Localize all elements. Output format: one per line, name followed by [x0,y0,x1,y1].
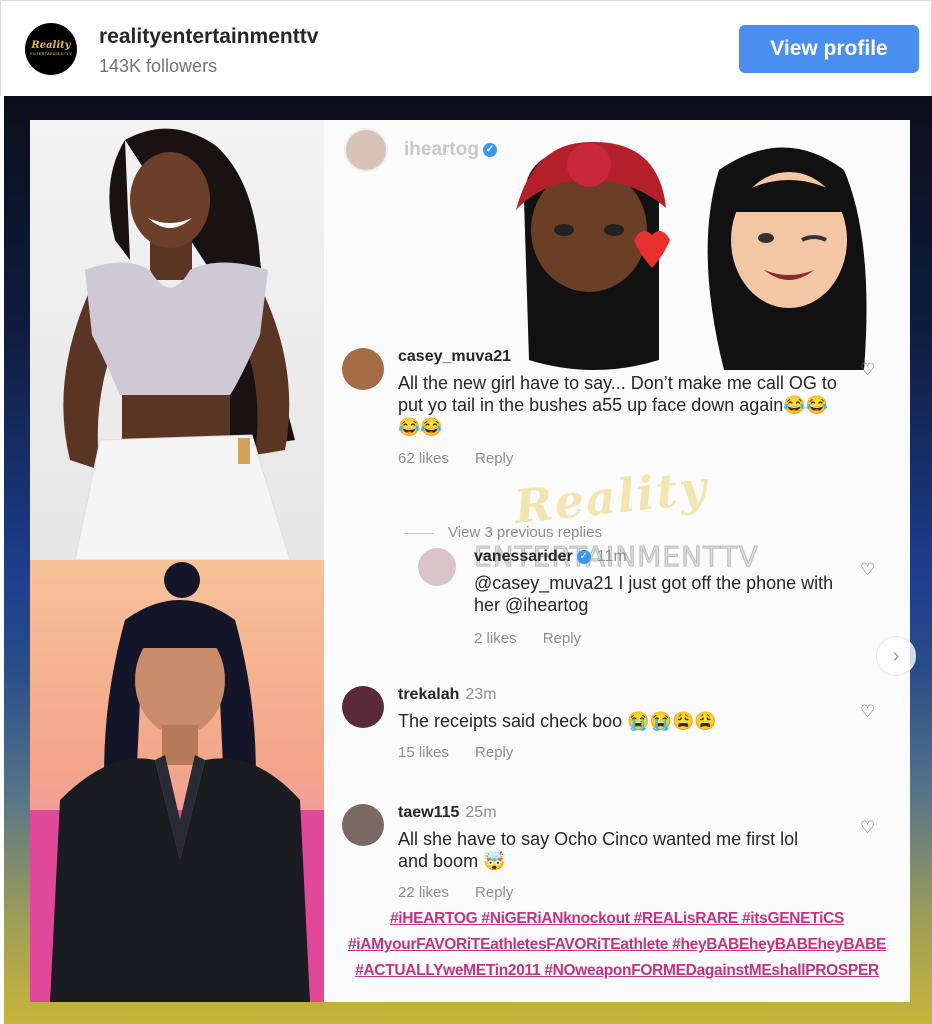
comment-meta: 2 likes Reply [474,630,603,647]
comments-screenshot: iheartog ✓ casey_muva21 All the new girl… [324,120,910,1002]
comment-text: All she have to say Ocho Cinco wanted me… [398,829,799,871]
comment-text: @casey_muva21 I just got off the phone w… [474,573,834,615]
comment-username[interactable]: casey_muva21 [398,348,511,366]
comment-likes[interactable]: 62 likes [398,450,449,467]
memoji-stickers [516,141,867,370]
follower-count: 143K followers [99,56,218,76]
collage-panel: iheartog ✓ casey_muva21 All the new girl… [30,120,910,1002]
verified-badge-icon: ✓ [576,549,591,564]
photo-woman-bottom [30,560,324,1002]
avatar[interactable]: Reality ENTERTAINMENTTV [25,23,77,75]
embedded-post-user: iheartog ✓ [344,128,497,172]
replies-dash [404,532,434,534]
next-chevron-icon[interactable]: › [876,636,916,676]
comment-reply-button[interactable]: Reply [475,884,513,901]
username[interactable]: realityentertainmenttv [99,25,318,49]
comment-time: 23m [465,686,497,703]
avatar-logo-text: Reality [31,40,71,51]
comment-meta: 22 likes Reply [398,884,535,901]
embedded-username: iheartog ✓ [404,139,497,161]
comment-avatar[interactable] [342,686,384,728]
like-heart-icon[interactable]: ♡ [860,560,876,579]
like-heart-icon[interactable]: ♡ [860,702,876,721]
comment-username[interactable]: trekalah 23m [398,686,497,704]
comment-username[interactable]: taew115 25m [398,804,497,822]
comment-username-text: vanessarider [474,548,573,565]
comment-username-text: trekalah [398,686,460,703]
comment-reply-button[interactable]: Reply [475,744,513,761]
like-heart-icon[interactable]: ♡ [860,818,876,837]
comment-text: The receipts said check boo 😭😭😩😩 [398,711,717,731]
comment-avatar[interactable] [342,804,384,846]
like-heart-icon[interactable]: ♡ [860,360,876,379]
embedded-username-text: iheartog [404,139,479,160]
comment-likes[interactable]: 15 likes [398,744,449,761]
avatar-logo-subtext: ENTERTAINMENTTV [30,51,72,56]
watermark-logo: Reality [511,459,711,535]
view-profile-button[interactable]: View profile [739,25,919,73]
portrait-illustration-bottom [50,562,310,1002]
comment-text: All the new girl have to say... Don’t ma… [398,373,837,437]
embedded-avatar [344,128,388,172]
comment-time: 25m [465,804,497,821]
hashtag-block: #iHEARTOG #NiGERiANknockout #REALisRARE … [324,906,910,984]
comment-username[interactable]: vanessarider ✓ 11m [474,548,627,566]
hashtag-line[interactable]: #ACTUALLYweMETin2011 #NOweaponFORMEDagai… [324,958,910,984]
hashtag-line[interactable]: #iHEARTOG #NiGERiANknockout #REALisRARE … [324,906,910,932]
comment-avatar[interactable] [342,348,384,390]
comment-avatar[interactable] [418,548,456,586]
comment-reply-button[interactable]: Reply [475,450,513,467]
comment-meta: 62 likes Reply [398,450,535,467]
comment-time: 11m [596,548,627,565]
portrait-illustration-top [63,128,295,560]
comment-username-text: casey_muva21 [398,348,511,365]
comment-likes[interactable]: 22 likes [398,884,449,901]
comment-meta: 15 likes Reply [398,744,535,761]
hashtag-line[interactable]: #iAMyourFAVORiTEathletesFAVORiTEathlete … [324,932,910,958]
comment-username-text: taew115 [398,804,460,821]
comment-reply-button[interactable]: Reply [543,630,581,647]
post-header: Reality ENTERTAINMENTTV realityentertain… [0,0,932,96]
comment-likes[interactable]: 2 likes [474,630,517,647]
photo-woman-top [30,120,324,560]
post-image[interactable]: iheartog ✓ casey_muva21 All the new girl… [4,96,932,1024]
